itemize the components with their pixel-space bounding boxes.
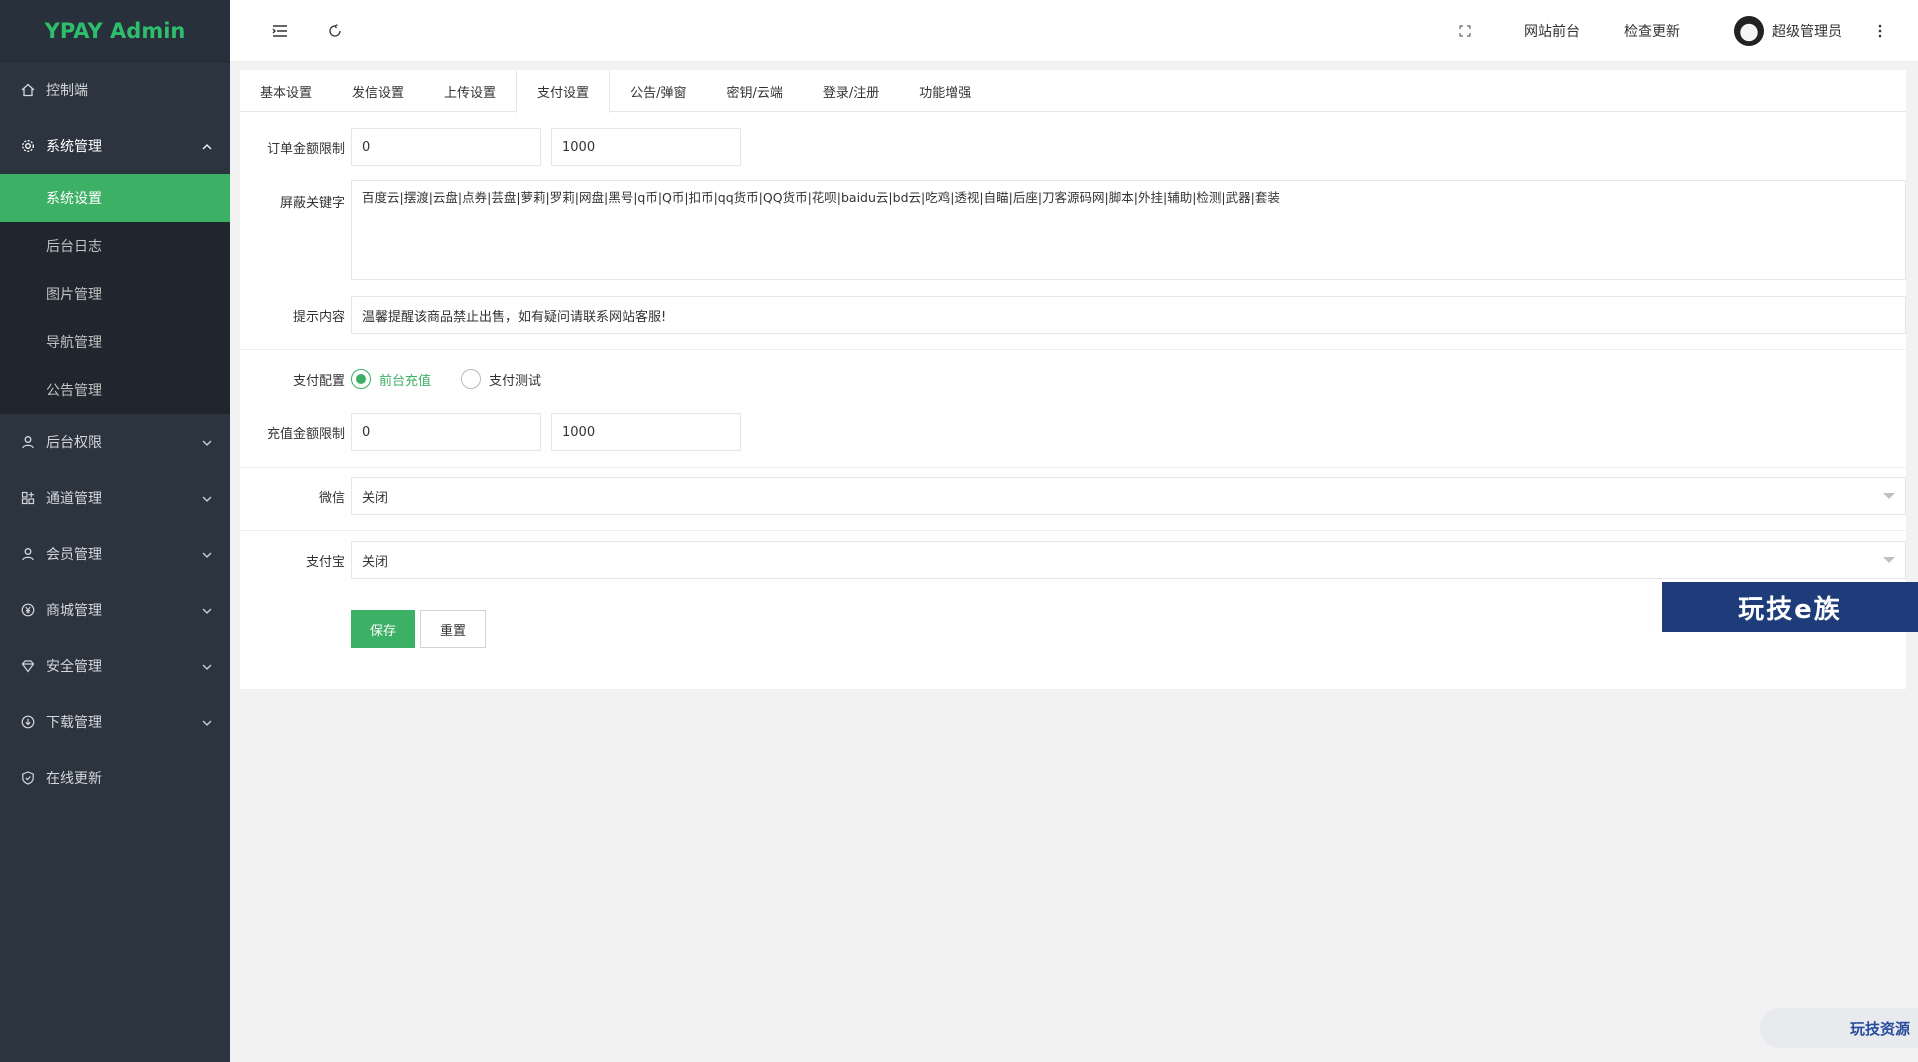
more-vertical-icon[interactable] [1860,0,1900,62]
download-icon [20,714,36,730]
order-limit-label: 订单金额限制 [266,142,345,157]
sidebar-item-notice-manage[interactable]: 公告管理 [0,366,230,414]
sidebar-item-label: 在线更新 [46,771,102,787]
tip-input[interactable]: 温馨提醒该商品禁止出售，如有疑问请联系网站客服! [351,296,1906,334]
tab-keys[interactable]: 密钥/云端 [706,70,802,112]
order-min-input[interactable]: 0 [351,128,541,166]
chevron-down-icon [202,602,212,618]
reset-button[interactable]: 重置 [420,610,486,648]
sidebar-item-security[interactable]: 安全管理 [0,638,230,694]
user-icon [20,546,36,562]
tab-upload[interactable]: 上传设置 [424,70,516,112]
radio-pay-test[interactable]: 支付测试 [461,369,541,389]
sidebar-item-label: 安全管理 [46,659,102,675]
watermark-badge: 玩技资源 [1760,1008,1918,1048]
chevron-down-icon [202,546,212,562]
refresh-icon[interactable] [310,0,360,62]
radio-checked-icon [351,369,371,389]
divider [240,530,1906,531]
watermark-banner: 玩技e族 [1662,582,1918,632]
recharge-limit-label: 充值金额限制 [266,427,345,442]
tab-notice[interactable]: 公告/弹窗 [610,70,706,112]
recharge-max-input[interactable]: 1000 [551,413,741,451]
tab-basic[interactable]: 基本设置 [240,70,332,112]
sidebar-item-label: 通道管理 [46,491,102,507]
radio-label: 前台充值 [379,373,432,389]
radio-unchecked-icon [461,369,481,389]
sidebar-item-dashboard[interactable]: 控制端 [0,62,230,118]
sidebar-item-image-manage[interactable]: 图片管理 [0,270,230,318]
apps-icon [20,490,36,506]
alipay-label: 支付宝 [305,555,345,570]
user-menu[interactable]: 超级管理员 [1708,0,1868,62]
wechat-select-value: 关闭 [362,490,389,506]
menu-toggle-icon[interactable] [260,0,300,62]
avatar [1734,16,1764,46]
tab-payment[interactable]: 支付设置 [516,70,611,113]
sidebar-item-system-settings[interactable]: 系统设置 [0,174,230,222]
chevron-down-icon [202,658,212,674]
top-header: 网站前台 检查更新 超级管理员 [230,0,1918,62]
chevron-down-icon [202,490,212,506]
diamond-icon [20,658,36,674]
divider [240,349,1906,350]
caret-down-icon [1883,493,1895,499]
settings-panel: 基本设置 发信设置 上传设置 支付设置 公告/弹窗 密钥/云端 登录/注册 功能… [240,70,1906,689]
tab-login[interactable]: 登录/注册 [803,70,899,112]
sidebar-item-label: 会员管理 [46,547,102,563]
sidebar-item-admin-log[interactable]: 后台日志 [0,222,230,270]
save-button[interactable]: 保存 [351,610,415,648]
user-name: 超级管理员 [1772,24,1842,40]
order-max-input[interactable]: 1000 [551,128,741,166]
sidebar-item-permissions[interactable]: 后台权限 [0,414,230,470]
tab-mail[interactable]: 发信设置 [332,70,424,112]
tab-enhance[interactable]: 功能增强 [899,70,991,112]
sidebar-item-system[interactable]: 系统管理 [0,118,230,174]
alipay-select[interactable]: 关闭 [351,541,1906,579]
chevron-down-icon [202,434,212,450]
check-update-link[interactable]: 检查更新 [1602,0,1702,62]
chevron-up-icon [202,138,212,154]
fullscreen-icon[interactable] [1450,0,1480,62]
sidebar-item-label: 商城管理 [46,603,102,619]
sidebar: YPAY Admin 控制端 系统管理 系统设置 后台日志 图片管理 导航管理 … [0,0,230,1062]
recharge-min-input[interactable]: 0 [351,413,541,451]
yen-icon [20,602,36,618]
sidebar-item-label: 下载管理 [46,715,102,731]
divider [240,467,1906,468]
caret-down-icon [1883,557,1895,563]
app-logo: YPAY Admin [0,0,230,62]
user-icon [20,434,36,450]
gear-icon [20,138,36,154]
sidebar-item-members[interactable]: 会员管理 [0,526,230,582]
sidebar-item-channels[interactable]: 通道管理 [0,470,230,526]
tip-label: 提示内容 [292,310,345,325]
sidebar-item-mall[interactable]: 商城管理 [0,582,230,638]
wechat-label: 微信 [318,491,345,506]
sidebar-item-label: 控制端 [46,83,88,99]
sidebar-item-nav-manage[interactable]: 导航管理 [0,318,230,366]
radio-front-recharge[interactable]: 前台充值 [351,369,431,389]
chevron-down-icon [202,714,212,730]
sidebar-item-label: 系统管理 [46,139,102,155]
keywords-textarea[interactable]: 百度云|摆渡|云盘|点券|芸盘|萝莉|罗莉|网盘|黑号|q币|Q币|扣币|qq货… [351,180,1906,280]
keywords-label: 屏蔽关键字 [279,196,345,211]
radio-label: 支付测试 [489,373,542,389]
sidebar-item-online-update[interactable]: 在线更新 [0,750,230,806]
wechat-select[interactable]: 关闭 [351,477,1906,515]
sidebar-item-downloads[interactable]: 下载管理 [0,694,230,750]
shield-icon [20,770,36,786]
alipay-select-value: 关闭 [362,554,389,570]
settings-tabs: 基本设置 发信设置 上传设置 支付设置 公告/弹窗 密钥/云端 登录/注册 功能… [240,70,1906,113]
system-submenu: 系统设置 后台日志 图片管理 导航管理 公告管理 [0,174,230,414]
site-front-link[interactable]: 网站前台 [1502,0,1602,62]
home-icon [20,82,36,98]
sidebar-item-label: 后台权限 [46,435,102,451]
pay-config-label: 支付配置 [292,374,345,389]
